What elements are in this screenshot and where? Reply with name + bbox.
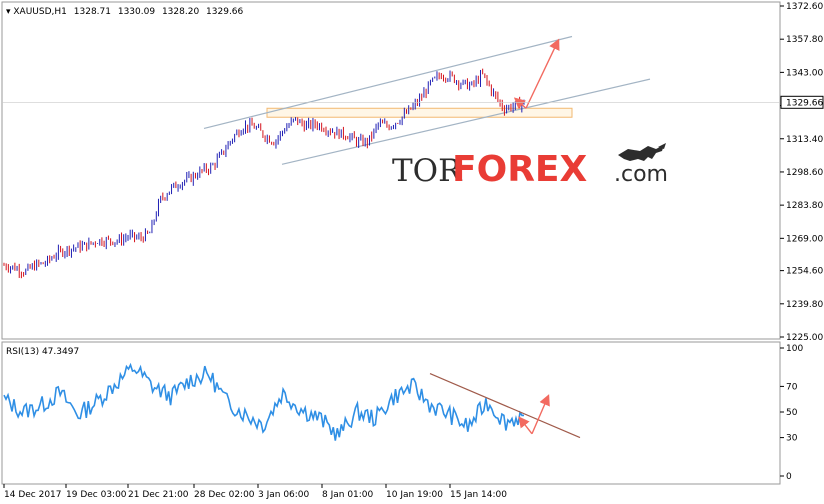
symbol-label: XAUUSD,H1 bbox=[13, 7, 67, 17]
price-tick-label: 1254.60 bbox=[786, 267, 823, 277]
watermark-suffix: .com bbox=[614, 162, 668, 187]
price-tick-label: 1283.80 bbox=[786, 201, 823, 211]
down-triangle-icon: ▾ bbox=[6, 7, 13, 17]
time-tick-label: 21 Dec 21:00 bbox=[128, 490, 189, 500]
time-tick-label: 19 Dec 03:00 bbox=[66, 490, 127, 500]
price-tick-label: 1239.80 bbox=[786, 300, 823, 310]
time-tick-label: 14 Dec 2017 bbox=[4, 490, 62, 500]
rsi-tick-label: 30 bbox=[786, 434, 798, 444]
rsi-tick-label: 0 bbox=[786, 472, 792, 482]
price-tick-label: 1298.60 bbox=[786, 168, 823, 178]
rsi-tick-label: 50 bbox=[786, 408, 798, 418]
time-tick-label: 3 Jan 06:00 bbox=[258, 490, 310, 500]
price-tick-label: 1372.60 bbox=[786, 2, 823, 12]
price-tick-label: 1269.00 bbox=[786, 234, 823, 244]
rsi-tick-label: 100 bbox=[786, 344, 803, 354]
price-chart[interactable]: ▾ XAUUSD,H1 1328.71 1330.09 1328.20 1329… bbox=[0, 0, 824, 504]
support-zone bbox=[266, 107, 573, 118]
rsi-header: RSI(13) 47.3497 bbox=[6, 347, 79, 357]
price-header: ▾ XAUUSD,H1 1328.71 1330.09 1328.20 1329… bbox=[6, 7, 244, 17]
price-tick-label: 1343.00 bbox=[786, 68, 823, 78]
ohlc-low: 1328.20 bbox=[162, 7, 199, 17]
ohlc-high: 1330.09 bbox=[118, 7, 155, 17]
price-tick-label: 1357.80 bbox=[786, 35, 823, 45]
price-tick-label: 1225.00 bbox=[786, 333, 823, 343]
time-tick-label: 28 Dec 02:00 bbox=[194, 490, 255, 500]
ohlc-open: 1328.71 bbox=[74, 7, 111, 17]
current-price-label: 1329.66 bbox=[786, 98, 823, 108]
ohlc-close: 1329.66 bbox=[206, 7, 243, 17]
time-tick-label: 10 Jan 19:00 bbox=[386, 490, 443, 500]
price-tick-label: 1313.40 bbox=[786, 135, 823, 145]
rsi-panel bbox=[1, 341, 781, 485]
time-tick-label: 15 Jan 14:00 bbox=[450, 490, 507, 500]
support-zone-rect bbox=[266, 107, 573, 118]
rsi-tick-label: 70 bbox=[786, 382, 798, 392]
watermark-brand: FOREX bbox=[452, 149, 588, 190]
time-tick-label: 8 Jan 01:00 bbox=[322, 490, 374, 500]
